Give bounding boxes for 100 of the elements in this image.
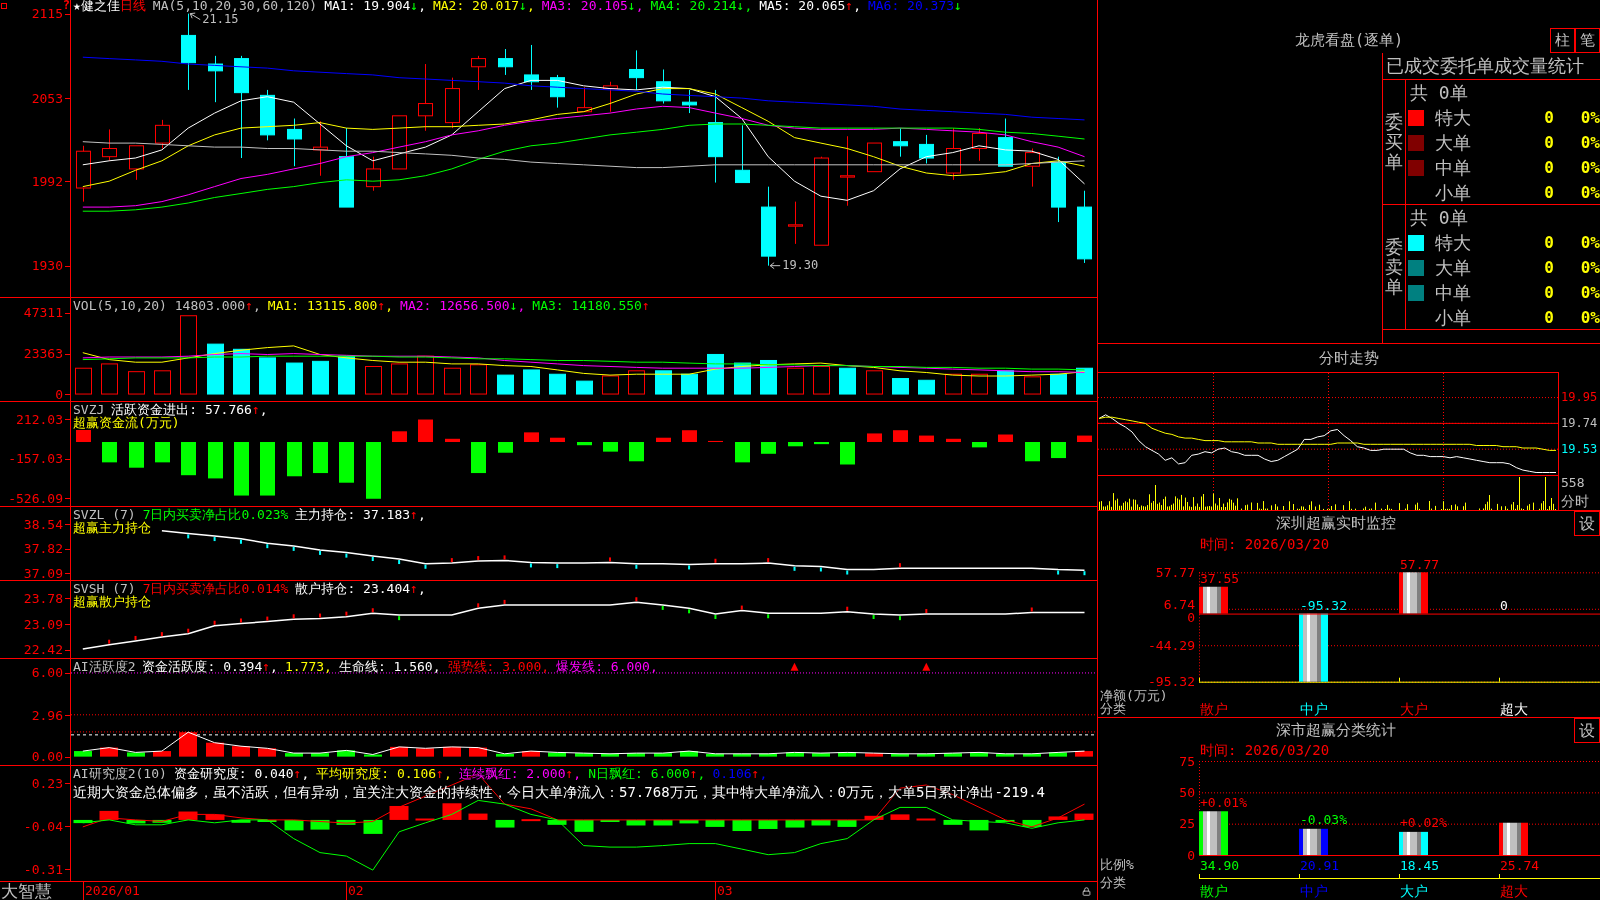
axis-label: 19.53 — [1561, 442, 1598, 456]
value-label: 25.74 — [1500, 858, 1540, 872]
axis-label: 75 — [1179, 754, 1195, 768]
indicator-reading: 1.773, — [284, 660, 332, 674]
volume-scale-label: 558 — [1561, 476, 1585, 490]
indicator-reading: 主力持仓: 37.183↑, — [295, 508, 426, 522]
value-label: 20.91 — [1300, 858, 1340, 872]
indicator-reading: 散户持仓: 23.404↑, — [295, 582, 426, 596]
axis-label: 2053 — [31, 91, 63, 105]
indicator-reading: 0.106↑, — [712, 767, 768, 781]
indicator-reading: VOL(5,10,20) 14803.000↑, — [73, 299, 261, 313]
axis-label: 0 — [1187, 611, 1195, 625]
indicator-reading: SVZL (7) — [73, 508, 136, 522]
indicator-reading: AI活跃度2 — [73, 660, 136, 674]
axis-label: 47311 — [23, 306, 63, 320]
indicator-reading: SVZJ — [73, 403, 105, 417]
axis-label: 0.00 — [31, 750, 63, 764]
chart-subtitle: 时间: 2026/03/20 — [1200, 742, 1330, 758]
indicator-reading: SVSH (7) — [73, 582, 136, 596]
axis-label: 212.03 — [16, 412, 63, 426]
axis-label: 2115 — [31, 7, 63, 21]
indicator-reading: MA3: 20.105↓, — [541, 0, 644, 13]
indicator-reading: MA5: 20.065↑, — [759, 0, 861, 13]
axis-label: 19.95 — [1561, 391, 1598, 405]
order-count: 0 — [1543, 257, 1555, 279]
indicator-reading: AI研究度2(10) — [73, 767, 167, 781]
order-type: 大单 — [1435, 131, 1472, 155]
indicator-reading: 资金活跃度: 0.394↑, — [142, 660, 278, 674]
order-type: 特大 — [1435, 106, 1472, 130]
axis-label: 1930 — [31, 259, 63, 273]
indicator-caption: 超赢资金流(万元) — [73, 416, 180, 430]
axis-label: 22.42 — [23, 643, 63, 657]
help-mark: ? — [62, 0, 70, 12]
order-count: 0 — [1543, 182, 1555, 204]
category-label: 中户 — [1300, 701, 1328, 717]
order-count: 0 — [1543, 282, 1555, 304]
axis-label: 23.78 — [23, 591, 63, 605]
axis-title: 分类 — [1100, 702, 1126, 716]
value-label: 0 — [1500, 599, 1508, 613]
category-label: 散户 — [1200, 701, 1228, 717]
annotation: 21.15 — [202, 12, 239, 27]
order-share: 0% — [1579, 182, 1600, 204]
order-type: 特大 — [1435, 231, 1472, 255]
axis-label: 50 — [1179, 785, 1195, 799]
panel-title: 深圳超赢实时监控 — [1275, 513, 1397, 534]
axis-title: 净额(万元) — [1100, 689, 1168, 703]
indicator-reading: MA1: 19.904↓, — [324, 0, 426, 13]
indicator-caption: 超赢主力持仓 — [73, 521, 151, 535]
order-type: 小单 — [1435, 306, 1472, 330]
order-count: 0 — [1543, 107, 1555, 129]
axis-label: 57.77 — [1155, 565, 1195, 579]
axis-label: 6.00 — [31, 666, 63, 680]
axis-label: 19.74 — [1561, 416, 1598, 430]
date-label: 03 — [717, 882, 733, 900]
panel-title: 龙虎看盘(逐单) — [1293, 31, 1405, 51]
table-title: 已成交委托单成交量统计 — [1383, 53, 1600, 80]
price-annotation: 19.30 — [769, 258, 819, 273]
brand-name: 大智慧 — [0, 882, 53, 900]
indicator-reading: 活跃资金进出: 57.766↑, — [111, 403, 268, 417]
indicator-caption: 超赢散户持仓 — [73, 595, 151, 609]
date-label: 2026/01 — [85, 882, 140, 900]
order-share: 0% — [1579, 307, 1600, 329]
axis-label: 1992 — [31, 174, 63, 188]
axis-caption: 分时 — [1561, 493, 1589, 509]
indicator-reading: MA4: 20.214↓, — [650, 0, 753, 13]
date-label: 02 — [348, 882, 364, 900]
section-label: 委买单 — [1385, 112, 1403, 172]
axis-label: -157.03 — [8, 452, 63, 466]
change-label: +0.02% — [1400, 816, 1447, 830]
axis-label: 25 — [1179, 817, 1195, 831]
order-count: 0 — [1543, 132, 1555, 154]
indicator-reading: 7日内买卖净占比0.014% — [142, 582, 289, 596]
order-share: 0% — [1579, 157, 1600, 179]
category-label: 超大 — [1500, 883, 1528, 899]
indicator-reading: MA2: 20.017↓, — [432, 0, 535, 13]
category-label: 散户 — [1200, 883, 1228, 899]
axis-label: 23.09 — [23, 617, 63, 631]
indicator-reading: 生命线: 1.560, — [338, 660, 441, 674]
price-annotation: 21.15 — [189, 12, 239, 27]
order-total: 共 0单 — [1409, 81, 1469, 105]
value-label: 18.45 — [1400, 858, 1440, 872]
order-type: 大单 — [1435, 256, 1472, 280]
indicator-reading: MA3: 14180.550↑ — [532, 299, 650, 313]
order-total: 共 0单 — [1409, 206, 1469, 230]
axis-label: -0.04 — [23, 819, 63, 833]
indicator-reading: MA(5,10,20,30,60,120) — [152, 0, 318, 13]
indicator-reading: 资金研究度: 0.040↑, — [173, 767, 310, 781]
indicator-reading: N日飘红: 6.000↑, — [588, 767, 706, 781]
value-label: 57.77 — [1400, 557, 1440, 571]
order-count: 0 — [1543, 157, 1555, 179]
change-label: -0.03% — [1300, 813, 1347, 827]
value-label: 34.90 — [1200, 858, 1240, 872]
axis-label: 23363 — [23, 347, 63, 361]
change-label: +0.01% — [1200, 795, 1247, 809]
axis-title: 分类 — [1100, 876, 1126, 890]
indicator-reading: MA6: 20.373↓ — [867, 0, 962, 13]
indicator-reading: 爆发线: 6.000, — [556, 660, 658, 674]
axis-label: 2.96 — [31, 708, 63, 722]
chart-subtitle: 时间: 2026/03/20 — [1200, 536, 1330, 552]
indicator-reading: MA1: 13115.800↑, — [267, 299, 394, 313]
